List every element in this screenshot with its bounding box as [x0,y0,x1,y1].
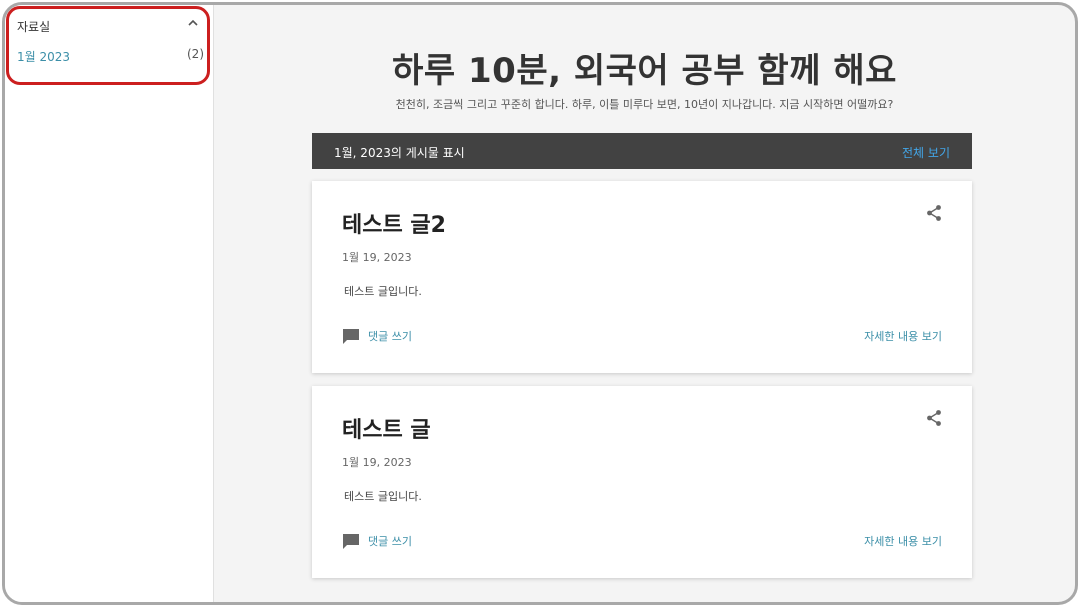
archive-item-jan-2023[interactable]: 1월 2023 [17,48,70,65]
sidebar: 자료실 1월 2023 (2) [5,5,214,602]
main-content: 하루 10분, 외국어 공부 함께 해요 천천히, 조금씩 그리고 꾸준히 합니… [214,5,1075,602]
label-bar: 1월, 2023의 게시물 표시 전체 보기 [312,133,972,169]
post-snippet: 테스트 글입니다. [344,285,422,298]
read-more-link[interactable]: 자세한 내용 보기 [864,533,942,549]
comment-icon[interactable] [342,327,360,345]
share-icon[interactable] [924,408,944,428]
share-icon[interactable] [924,203,944,223]
comment-link[interactable]: 댓글 쓰기 [368,533,412,549]
view-all-link[interactable]: 전체 보기 [902,144,950,161]
post-title[interactable]: 테스트 글2 [342,207,446,239]
post-date: 1월 19, 2023 [342,251,412,264]
browser-frame: 자료실 1월 2023 (2) 하루 10분, 외국어 공부 함께 해요 천천히… [2,2,1078,605]
archive-item-count: (2) [187,47,204,61]
archive-title: 자료실 [17,20,51,34]
comment-link[interactable]: 댓글 쓰기 [368,328,412,344]
post-card: 테스트 글2 1월 19, 2023 테스트 글입니다. 댓글 쓰기 자세한 내… [312,181,972,373]
post-title[interactable]: 테스트 글 [342,412,431,444]
post-date: 1월 19, 2023 [342,456,412,469]
read-more-link[interactable]: 자세한 내용 보기 [864,328,942,344]
label-bar-text: 1월, 2023의 게시물 표시 [334,146,465,160]
post-snippet: 테스트 글입니다. [344,490,422,503]
chevron-up-icon[interactable] [185,15,201,31]
archive-widget-highlight: 자료실 1월 2023 (2) [6,6,210,85]
comment-icon[interactable] [342,532,360,550]
blog-description: 천천히, 조금씩 그리고 꾸준히 합니다. 하루, 이틀 미루다 보면, 10년… [395,98,894,111]
blog-title[interactable]: 하루 10분, 외국어 공부 함께 해요 [214,43,1075,92]
post-card: 테스트 글 1월 19, 2023 테스트 글입니다. 댓글 쓰기 자세한 내용… [312,386,972,578]
